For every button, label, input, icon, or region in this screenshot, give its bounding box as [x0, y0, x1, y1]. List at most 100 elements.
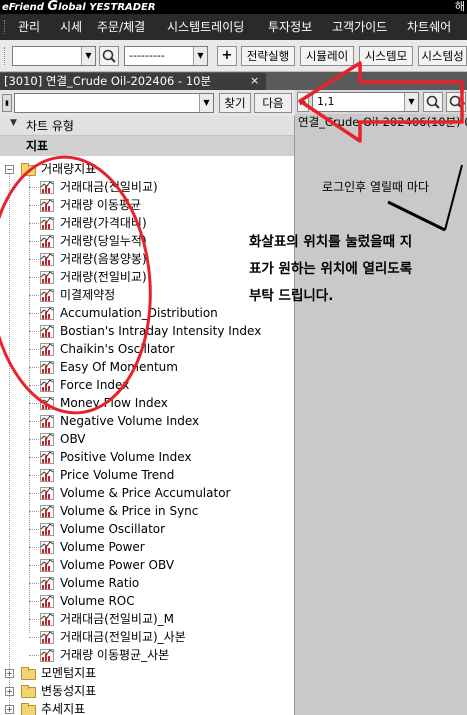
tree-item[interactable]: 거래량 이동평균_사본 — [0, 646, 290, 664]
expand-icon[interactable]: + — [5, 705, 14, 714]
tree-item[interactable]: 거래대금(전일비교)_M — [0, 610, 290, 628]
tree-item-label: Price Volume Trend — [60, 468, 175, 482]
next-button[interactable]: 다음 — [254, 93, 292, 113]
tree-item-label: Volume ROC — [60, 594, 135, 608]
menu-item-manage[interactable]: 관리 — [18, 14, 40, 40]
chevron-down-icon[interactable]: ▼ — [81, 47, 95, 65]
tree-item[interactable]: 거래대금(전일비교) — [0, 178, 290, 196]
tree-item[interactable]: Volume Power OBV — [0, 556, 290, 574]
tree-item[interactable]: Volume Oscillator — [0, 520, 290, 538]
tree-item[interactable]: 거래대금(전일비교)_사본 — [0, 628, 290, 646]
layout-combo[interactable]: 1,1 ▼ — [312, 92, 419, 112]
indicator-search-input[interactable]: ▼ — [14, 93, 214, 113]
tree-item[interactable]: Volume Power — [0, 538, 290, 556]
menu-item-chartshare[interactable]: 차트쉐어 — [407, 14, 451, 40]
zoom-search-button[interactable] — [423, 92, 443, 112]
tree-folder-volatility[interactable]: + 변동성지표 — [0, 682, 290, 700]
tree-item[interactable]: Volume & Price in Sync — [0, 502, 290, 520]
tree-item[interactable]: 거래량(가격대비) — [0, 214, 290, 232]
strategy-combo[interactable]: --------- ▼ — [124, 46, 208, 66]
system-performance-button[interactable]: 시스템성 — [418, 46, 467, 66]
chevron-double-down-icon[interactable]: ▼ — [10, 118, 17, 128]
tree-item[interactable]: 거래량(전일비교) — [0, 268, 290, 286]
tree-item[interactable]: Volume ROC — [0, 592, 290, 610]
menu-item-order[interactable]: 주문/체결 — [97, 14, 145, 40]
tree-folder-trend[interactable]: + 추세지표 — [0, 700, 290, 715]
chart-icon — [40, 415, 54, 428]
system-model-button[interactable]: 시스템모 — [359, 46, 413, 66]
panel-handle[interactable]: ▮ — [2, 94, 12, 112]
tree-item[interactable]: 미결제약정 — [0, 286, 290, 304]
folder-icon — [21, 667, 36, 680]
tree-item[interactable]: Chaikin's Oscillator — [0, 340, 290, 358]
magnifier-icon — [102, 49, 116, 63]
tree-item[interactable]: Bostian's Intraday Intensity Index — [0, 322, 290, 340]
find-button[interactable]: 찾기 — [219, 93, 251, 113]
expand-icon[interactable]: + — [5, 687, 14, 696]
chart-icon — [40, 307, 54, 320]
chevron-down-icon[interactable]: ▼ — [404, 93, 418, 111]
indicator-section[interactable]: 지표 — [0, 136, 294, 156]
chevron-down-icon[interactable]: ▼ — [193, 47, 207, 65]
tree-item[interactable]: Money Flow Index — [0, 394, 290, 412]
menu-item-quote[interactable]: 시세 — [60, 14, 82, 40]
tree-line — [29, 475, 39, 476]
chart-title: 연결_Crude Oil-202406(10분) 0 — [298, 115, 467, 129]
tree-folder-momentum[interactable]: + 모멘텀지표 — [0, 664, 290, 682]
tree-item-label: 거래량(전일비교) — [60, 270, 147, 284]
tree-item-label: Positive Volume Index — [60, 450, 192, 464]
expand-icon[interactable]: + — [5, 669, 14, 678]
tree-item[interactable]: Volume Ratio — [0, 574, 290, 592]
app-window: eFriend Global YESTRADER 해 관리 시세 주문/체결 시… — [0, 0, 467, 715]
tree-line — [29, 349, 39, 350]
tree-line — [29, 493, 39, 494]
tree-item[interactable]: Easy Of Momentum — [0, 358, 290, 376]
add-button[interactable]: + — [217, 46, 237, 66]
tree-item[interactable]: Force Index — [0, 376, 290, 394]
chart-icon — [40, 487, 54, 500]
run-strategy-button[interactable]: 전략실행 — [241, 46, 295, 66]
tree-item[interactable]: Volume & Price Accumulator — [0, 484, 290, 502]
collapse-icon[interactable]: − — [5, 165, 14, 174]
chart-icon — [40, 631, 54, 644]
tree-line — [29, 601, 39, 602]
tree-folder-volume[interactable]: − 거래량지표 — [0, 160, 290, 178]
simulation-button[interactable]: 시뮬레이 — [300, 46, 354, 66]
chart-type-section[interactable]: ▼ 차트 유형 — [0, 116, 294, 136]
chart-icon — [40, 451, 54, 464]
search-button[interactable] — [99, 46, 119, 66]
tree-item-label: Money Flow Index — [60, 396, 168, 410]
code-combo[interactable]: ▼ — [12, 46, 96, 66]
layout-combo-value: 1,1 — [317, 95, 335, 108]
panel-collapse-arrow-button[interactable]: ▶ — [297, 92, 309, 112]
tree-item-label: 거래량(가격대비) — [60, 216, 147, 230]
zoom-reset-button[interactable] — [446, 92, 466, 112]
tree-line — [29, 421, 39, 422]
menu-item-systemtrading[interactable]: 시스템트레이딩 — [167, 14, 244, 40]
tree-line — [29, 511, 39, 512]
tree-item[interactable]: Negative Volume Index — [0, 412, 290, 430]
close-icon[interactable]: × — [250, 73, 259, 89]
tree-item[interactable]: 거래량(당일누적) — [0, 232, 290, 250]
tree-item[interactable]: Positive Volume Index — [0, 448, 290, 466]
tree-item[interactable]: Accumulation_Distribution — [0, 304, 290, 322]
indicator-search-row: ▮ ▼ 찾기 다음 — [0, 90, 295, 116]
brand-prefix: eFriend — [2, 2, 44, 13]
tree-line — [29, 403, 39, 404]
magnifier-icon — [426, 95, 440, 109]
menu-item-investinfo[interactable]: 투자정보 — [268, 14, 312, 40]
chevron-down-icon[interactable]: ▼ — [199, 94, 213, 112]
tree-item[interactable]: 거래량 이동평균 — [0, 196, 290, 214]
chart-icon — [40, 289, 54, 302]
tree-item[interactable]: 거래량(음봉양봉) — [0, 250, 290, 268]
tree-line — [29, 241, 39, 242]
tree-item[interactable]: Price Volume Trend — [0, 466, 290, 484]
chart-area[interactable]: 연결_Crude Oil-202406(10분) 0 로그인후 열릴때 마다 — [296, 114, 467, 715]
chart-icon — [40, 271, 54, 284]
tree-item-label: Easy Of Momentum — [60, 360, 178, 374]
tree-line — [29, 385, 39, 386]
window-tab[interactable]: [3010] 연결_Crude Oil-202406 - 10분 — [0, 73, 266, 90]
tree-item[interactable]: OBV — [0, 430, 290, 448]
tree-folder-label: 변동성지표 — [41, 684, 97, 698]
menu-item-customerguide[interactable]: 고객가이드 — [332, 14, 387, 40]
